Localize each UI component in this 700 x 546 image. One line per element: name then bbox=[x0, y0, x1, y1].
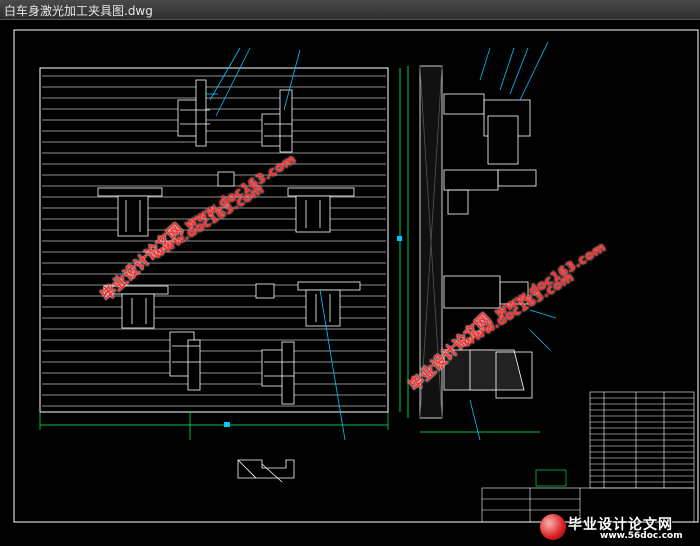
main-plate-view bbox=[39, 67, 402, 440]
clamp-units bbox=[97, 47, 361, 441]
logo-site-url: www.56doc.com bbox=[600, 531, 683, 541]
site-logo: 毕业设计论文网 www.56doc.com bbox=[540, 512, 700, 546]
cad-drawing-canvas[interactable]: 毕业设计论文网 www.doc163.com www.doc163.com 毕业… bbox=[0, 20, 700, 541]
window-titlebar: 白车身激光加工夹具图.dwg bbox=[0, 0, 700, 20]
detail-bracket-view bbox=[237, 459, 295, 483]
cad-drawing bbox=[13, 29, 699, 523]
window-title: 白车身激光加工夹具图.dwg bbox=[4, 4, 153, 18]
plate-slot-lines bbox=[42, 75, 386, 407]
logo-ball-icon bbox=[540, 514, 566, 540]
parts-list-table bbox=[589, 391, 695, 489]
